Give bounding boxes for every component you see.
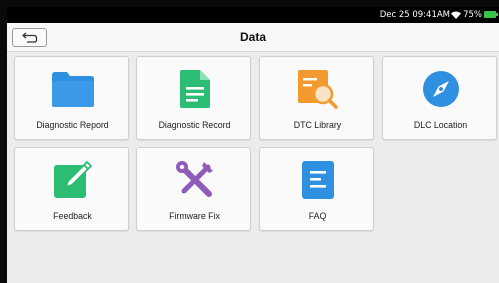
folder-icon <box>15 69 130 109</box>
tile-label: DLC Location <box>413 120 468 130</box>
page-title: Data <box>239 30 266 44</box>
tools-icon <box>137 160 252 200</box>
screen: Dec 25 09:41AM 75% Data Diagnostic Repor… <box>7 7 499 283</box>
tile-firmware-fix[interactable]: Firmware Fix <box>136 147 251 231</box>
status-time: Dec 25 09:41AM <box>379 10 450 20</box>
tile-label: Firmware Fix <box>169 211 220 221</box>
tile-label: Feedback <box>53 211 92 221</box>
status-bar: Dec 25 09:41AM 75% <box>7 7 499 23</box>
battery-percent: 75% <box>463 10 482 20</box>
tile-faq[interactable]: FAQ <box>259 147 374 231</box>
tile-label: Diagnostic Record <box>158 120 231 130</box>
title-bar: Data <box>7 23 499 52</box>
tile-label: DTC Library <box>293 120 342 130</box>
tile-dtc-library[interactable]: DTC Library <box>259 56 374 140</box>
compass-icon <box>383 69 498 109</box>
device-frame: Dec 25 09:41AM 75% Data Diagnostic Repor… <box>0 0 499 283</box>
faq-list-icon <box>260 160 375 200</box>
tile-label: FAQ <box>308 211 327 221</box>
tile-dlc-location[interactable]: DLC Location <box>382 56 497 140</box>
document-icon <box>137 69 252 109</box>
wifi-icon <box>451 11 461 22</box>
battery-icon <box>484 11 498 18</box>
tile-diagnostic-record[interactable]: Diagnostic Record <box>136 56 251 140</box>
pencil-edit-icon <box>15 160 130 200</box>
tile-feedback[interactable]: Feedback <box>14 147 129 231</box>
tile-label: Diagnostic Repord <box>36 120 109 130</box>
magnifier-list-icon <box>260 69 375 109</box>
tile-diagnostic-report[interactable]: Diagnostic Repord <box>14 56 129 140</box>
